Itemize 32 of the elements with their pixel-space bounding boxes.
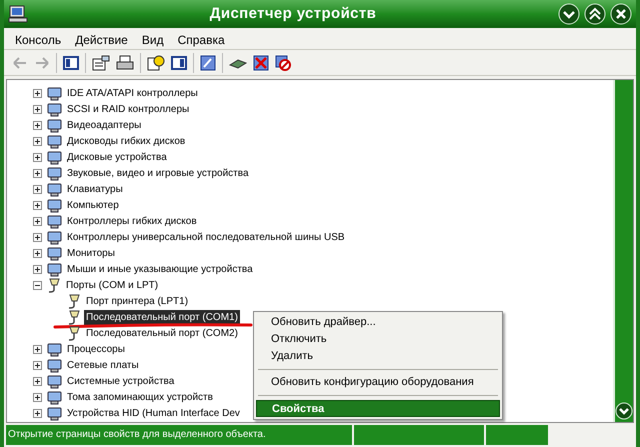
tree-item[interactable]: Видеоадаптеры [65, 118, 144, 132]
tree-item[interactable]: Дисководы гибких дисков [65, 134, 188, 148]
tree-item[interactable]: Тома запоминающих устройств [65, 390, 215, 404]
menu-item[interactable]: Обновить драйвер... [256, 314, 500, 331]
tree-item[interactable]: Контроллеры гибких дисков [65, 214, 199, 228]
menu-item[interactable]: Обновить конфигурацию оборудования [256, 374, 500, 391]
tree-item[interactable]: SCSI и RAID контроллеры [65, 102, 192, 116]
tree-item[interactable]: Процессоры [65, 342, 127, 356]
tree-item[interactable]: Последовательный порт (COM2) [84, 326, 240, 340]
tree-item[interactable]: Сетевые платы [65, 358, 141, 372]
menu-item[interactable]: Консоль [8, 30, 68, 48]
tree-item[interactable]: Порты (COM и LPT) [64, 278, 160, 292]
tree-item[interactable]: IDE ATA/ATAPI контроллеры [65, 86, 200, 100]
menu-item[interactable]: Справка [170, 30, 232, 48]
menu-item[interactable]: Действие [68, 30, 135, 48]
tree-item[interactable]: Мониторы [65, 246, 117, 260]
tree-item[interactable]: Компьютер [65, 198, 121, 212]
tree-item[interactable]: Системные устройства [65, 374, 176, 388]
tree-item[interactable]: Мыши и иные указывающие устройства [65, 262, 255, 276]
menu-item[interactable]: Отключить [256, 331, 500, 348]
status-text: Открытие страницы свойств для выделенного объекта. [6, 425, 352, 445]
tree-item[interactable]: Порт принтера (LPT1) [84, 294, 190, 308]
menu-item[interactable]: Удалить [256, 348, 500, 365]
tree-item[interactable]: Звуковые, видео и игровые устройства [65, 166, 251, 180]
tree-item[interactable]: Клавиатуры [65, 182, 125, 196]
tree-item[interactable]: Устройства HID (Human Interface Dev [65, 406, 242, 420]
tree-item[interactable]: Последовательный порт (COM1) [84, 310, 240, 324]
tree-item[interactable]: Контроллеры универсальной последовательной шины USB [65, 230, 347, 244]
menu-item[interactable]: Свойства [256, 400, 500, 417]
tree-item[interactable]: Дисковые устройства [65, 150, 169, 164]
window-title: Диспетчер устройств [208, 4, 378, 24]
menu-item[interactable]: Вид [134, 30, 171, 48]
